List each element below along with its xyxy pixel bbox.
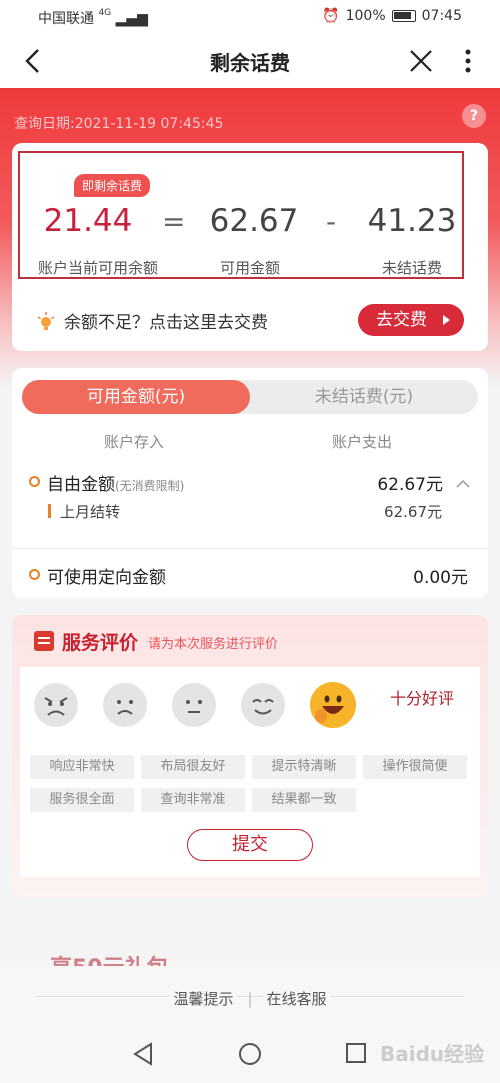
targeted-amount-dot-icon	[29, 569, 40, 580]
system-nav-bar: Baidu经验	[0, 1026, 500, 1083]
balance-card: 即剩余话费 21.44 = 62.67 - 41.23 账户当前可用余额 可用金…	[12, 143, 488, 351]
rating-label: 十分好评	[390, 689, 455, 708]
status-bar: 中国联通 4G ▂▄▆ ⏰ 100% 07:45	[0, 0, 500, 34]
current-balance-label: 账户当前可用余额	[37, 259, 158, 277]
tab-unsettled-fee[interactable]: 未结话费(元)	[250, 380, 478, 414]
submit-button[interactable]: 提交	[187, 829, 313, 861]
back-triangle-icon[interactable]	[131, 1042, 155, 1066]
service-title: 服务评价	[62, 632, 139, 654]
smile-face-icon[interactable]	[241, 683, 285, 727]
pay-button[interactable]: 去交费	[358, 304, 464, 336]
unsettled-label: 未结话费	[381, 259, 442, 277]
available-label: 可用金额	[219, 259, 280, 277]
close-icon[interactable]	[406, 46, 436, 76]
angry-face-icon[interactable]	[34, 683, 78, 727]
free-amount-value: 62.67元	[377, 475, 443, 495]
chip-accurate-query[interactable]: 查询非常准	[141, 788, 245, 812]
free-amount-title[interactable]: 自由金额(无消费限制)	[47, 470, 184, 495]
footer-links: 温馨提示 | 在线客服	[0, 988, 500, 1009]
carrier-label: 中国联通	[38, 11, 94, 27]
rating-panel: 十分好评 响应非常快 布局很友好 提示特清晰 操作很简便 服务很全面 查询非常准…	[20, 667, 480, 877]
service-subtitle: 请为本次服务进行评价	[148, 637, 279, 652]
details-card: 可用金额(元) 未结话费(元) 账户存入 账户支出 自由金额(无消费限制) 62…	[12, 368, 488, 598]
chip-consistent-results[interactable]: 结果都一致	[252, 788, 356, 812]
status-left: 中国联通 4G ▂▄▆	[38, 8, 148, 28]
more-menu-icon[interactable]	[458, 46, 478, 76]
message-icon	[34, 631, 54, 651]
divider	[12, 548, 488, 549]
low-balance-tip[interactable]: 余额不足？点击这里去交费	[64, 308, 268, 333]
free-amount-dot-icon	[29, 476, 40, 487]
footer-link-tips[interactable]: 温馨提示	[169, 990, 238, 1008]
help-icon[interactable]: ?	[462, 104, 486, 128]
footer-separator: |	[247, 990, 253, 1008]
sad-face-icon[interactable]	[103, 683, 147, 727]
status-right: ⏰ 100% 07:45	[322, 8, 462, 24]
chip-clear-prompts[interactable]: 提示特清晰	[252, 755, 356, 779]
lightbulb-icon	[37, 312, 55, 330]
tab-available-amount[interactable]: 可用金额(元)	[22, 380, 250, 414]
chip-easy-operation[interactable]: 操作很简便	[363, 755, 467, 779]
laughing-face-icon[interactable]	[310, 682, 356, 728]
chevron-up-icon[interactable]	[456, 478, 470, 488]
battery-percent: 100%	[345, 8, 386, 24]
signal-icon: ▂▄▆	[115, 11, 148, 27]
neutral-face-icon[interactable]	[172, 683, 216, 727]
play-arrow-icon	[443, 315, 450, 325]
column-expense: 账户支出	[332, 433, 393, 451]
nav-bar: 剩余话费	[0, 34, 500, 88]
service-rating-card: 服务评价 请为本次服务进行评价 十分好评 响应非常快 布局很友好 提示特清晰 操…	[12, 615, 488, 897]
footer-link-support[interactable]: 在线客服	[262, 990, 331, 1008]
available-value: 62.67	[209, 203, 299, 239]
remaining-tag: 即剩余话费	[74, 174, 151, 197]
recents-square-icon[interactable]	[345, 1042, 367, 1064]
targeted-amount-value: 0.00元	[413, 568, 468, 588]
battery-icon	[391, 10, 416, 22]
watermark: Baidu经验	[380, 1042, 485, 1066]
last-month-value: 62.67元	[384, 503, 442, 521]
last-month-title: 上月结转	[60, 503, 121, 521]
equals-sign: =	[162, 205, 186, 238]
free-amount-label: 自由金额	[47, 475, 115, 495]
alarm-icon: ⏰	[322, 8, 340, 24]
minus-sign: -	[326, 205, 337, 238]
targeted-amount-title[interactable]: 可使用定向金额	[47, 563, 166, 588]
network-indicator: 4G	[98, 8, 112, 18]
unsettled-value: 41.23	[367, 203, 457, 239]
chip-fast-response[interactable]: 响应非常快	[30, 755, 134, 779]
carryover-bar	[48, 504, 51, 518]
home-circle-icon[interactable]	[238, 1042, 262, 1066]
chip-comprehensive-service[interactable]: 服务很全面	[30, 788, 134, 812]
chip-friendly-layout[interactable]: 布局很友好	[141, 755, 245, 779]
amount-tabs: 可用金额(元) 未结话费(元)	[22, 380, 478, 414]
free-amount-note: (无消费限制)	[115, 479, 185, 493]
column-deposit: 账户存入	[104, 433, 165, 451]
query-date: 查询日期:2021-11-19 07:45:45	[14, 116, 224, 132]
pay-button-label: 去交费	[376, 310, 427, 330]
current-balance-value: 21.44	[43, 203, 133, 239]
clock: 07:45	[421, 8, 462, 24]
